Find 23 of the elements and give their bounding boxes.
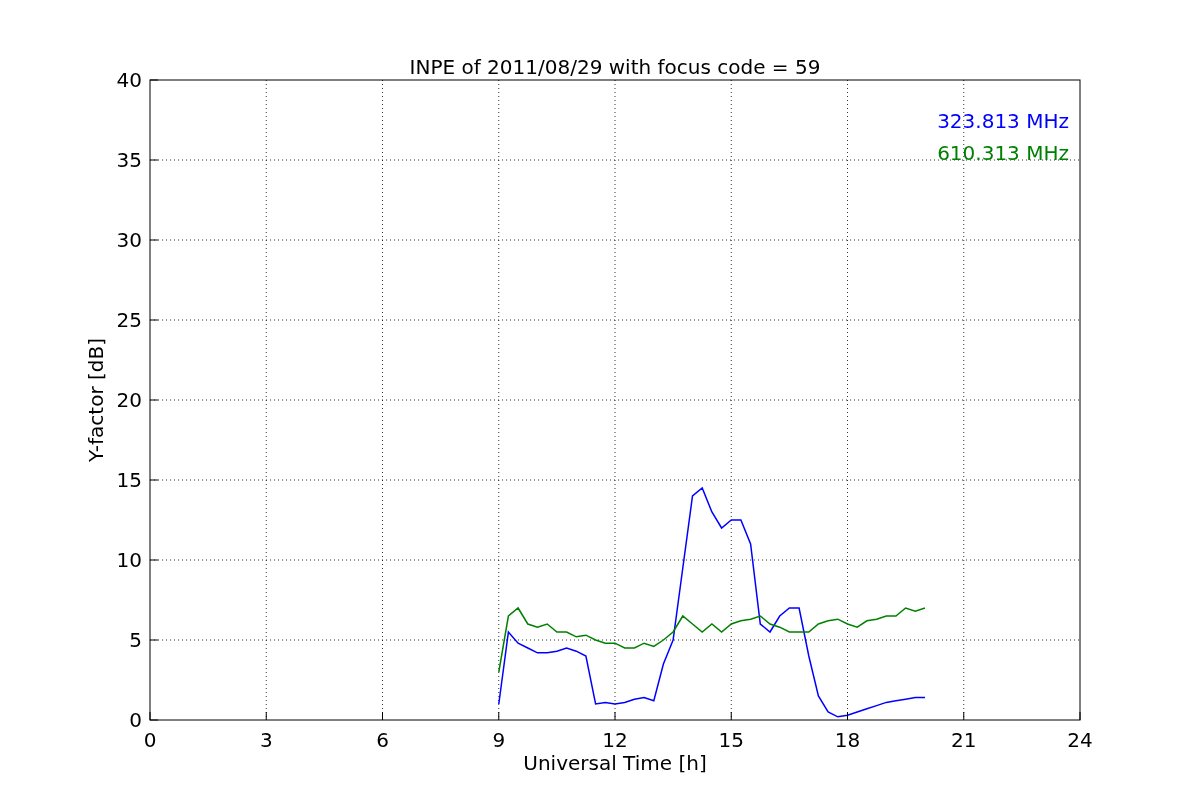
- x-tick-label: 15: [718, 728, 744, 752]
- x-axis-label: Universal Time [h]: [523, 751, 707, 775]
- x-tick-label: 18: [834, 728, 861, 752]
- y-tick-label: 40: [116, 68, 142, 92]
- x-tick-label: 12: [602, 728, 628, 752]
- x-tick-label: 3: [259, 728, 273, 752]
- x-tick-label: 24: [1067, 728, 1093, 752]
- y-tick-label: 35: [116, 148, 142, 172]
- y-tick-label: 10: [116, 548, 142, 572]
- y-axis-label: Y-factor [dB]: [84, 338, 108, 462]
- y-tick-label: 25: [116, 308, 142, 332]
- y-tick-label: 5: [129, 628, 142, 652]
- x-tick-label: 0: [143, 728, 157, 752]
- y-tick-label: 15: [116, 468, 142, 492]
- chart-title: INPE of 2011/08/29 with focus code = 59: [409, 55, 821, 79]
- legend-label: 323.813 MHz: [937, 109, 1069, 133]
- y-tick-label: 30: [116, 228, 142, 252]
- legend-label: 610.313 MHz: [937, 141, 1069, 165]
- x-tick-label: 6: [376, 728, 389, 752]
- x-tick-label: 21: [951, 728, 977, 752]
- y-tick-label: 0: [129, 708, 142, 732]
- y-tick-label: 20: [116, 388, 142, 412]
- x-tick-label: 9: [492, 728, 506, 752]
